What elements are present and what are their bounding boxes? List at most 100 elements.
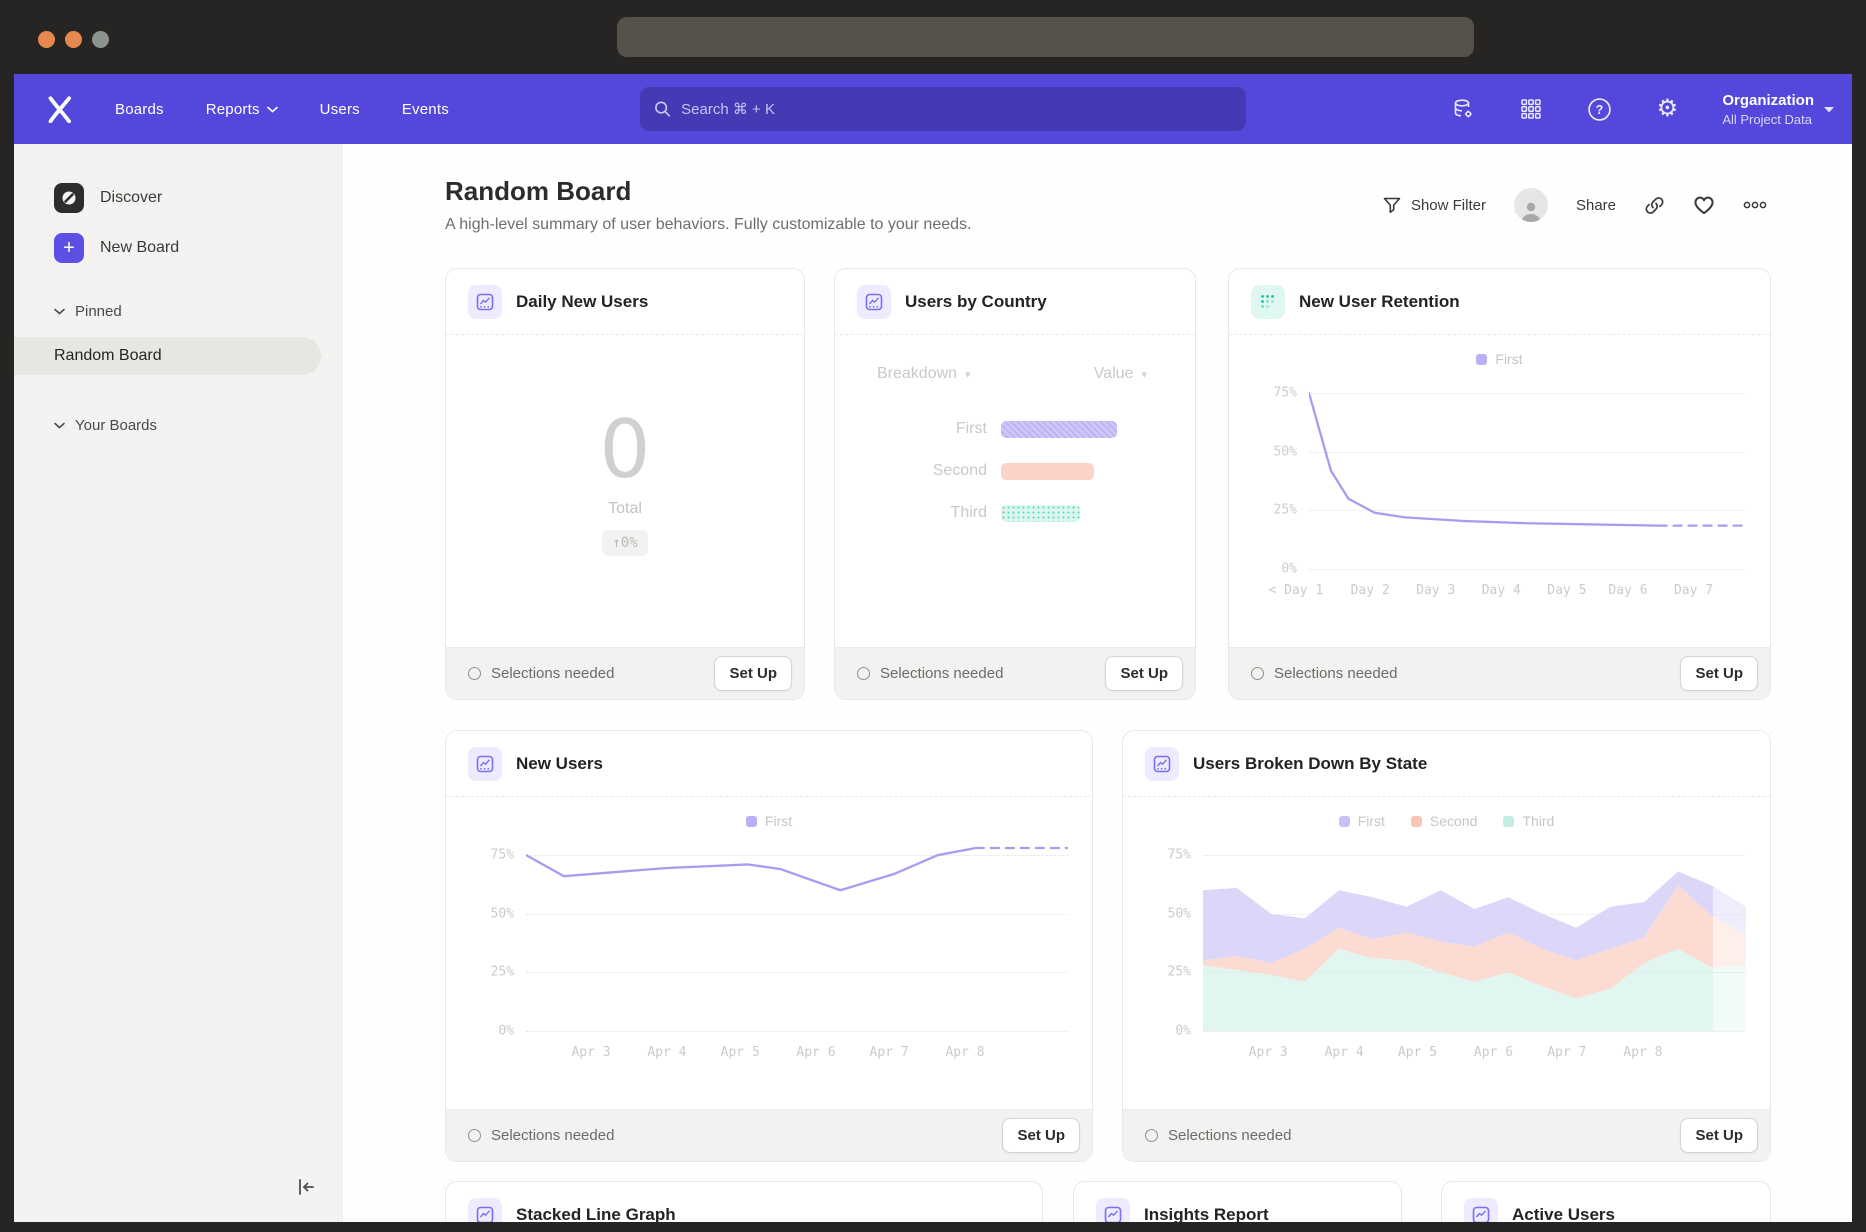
data-management-icon[interactable]: [1450, 96, 1476, 122]
help-icon[interactable]: ?: [1586, 96, 1612, 122]
line-chart-icon: [468, 747, 502, 781]
sidebar-section-pinned[interactable]: Pinned: [14, 296, 122, 326]
y-axis-tick-label: 25%: [1168, 965, 1191, 980]
bar-label: Second: [835, 462, 1001, 480]
x-axis-tick-label: Apr 5: [721, 1045, 760, 1060]
nav-item-events[interactable]: Events: [402, 101, 449, 118]
set-up-button[interactable]: Set Up: [1105, 656, 1183, 691]
card-title: Users Broken Down By State: [1193, 754, 1427, 774]
plus-icon: +: [54, 233, 84, 263]
y-axis-tick-label: 50%: [1274, 444, 1297, 459]
x-axis-tick-label: Day 7: [1674, 583, 1713, 598]
search-input[interactable]: [681, 101, 1232, 118]
page-title: Random Board: [445, 176, 631, 207]
x-axis-tick-label: Apr 5: [1398, 1045, 1437, 1060]
set-up-button[interactable]: Set Up: [1680, 1118, 1758, 1153]
legend-item[interactable]: First: [1339, 813, 1385, 829]
y-axis-tick-label: 50%: [491, 906, 514, 921]
breakdown-dropdown[interactable]: Breakdown▾: [877, 365, 971, 383]
show-filter-button[interactable]: Show Filter: [1383, 197, 1486, 214]
window-titlebar: [0, 0, 1866, 74]
y-axis-tick-label: 75%: [1168, 848, 1191, 863]
org-switcher[interactable]: Organization All Project Data: [1722, 92, 1834, 127]
bar[interactable]: [1001, 463, 1094, 480]
copy-link-icon[interactable]: [1644, 195, 1665, 216]
favorite-heart-icon[interactable]: [1693, 195, 1715, 215]
bar-label: First: [835, 420, 1001, 438]
chevron-down-icon: [1824, 106, 1834, 113]
funnel-icon: [1383, 197, 1401, 214]
country-row: First: [835, 408, 1195, 450]
y-axis-tick-label: 50%: [1168, 906, 1191, 921]
status-text: Selections needed: [468, 1127, 614, 1144]
close-window-button[interactable]: [38, 31, 55, 48]
line-chart-icon: [1464, 1198, 1498, 1223]
sidebar-item-random-board[interactable]: Random Board: [14, 337, 321, 375]
gridline: [526, 1031, 1068, 1032]
x-axis-tick-label: Apr 7: [1547, 1045, 1586, 1060]
card-title: Users by Country: [905, 292, 1047, 312]
card-title: Stacked Line Graph: [516, 1205, 676, 1223]
x-axis-tick-label: Apr 8: [945, 1045, 984, 1060]
gridline: [1203, 855, 1746, 856]
sidebar-item-new-board[interactable]: + New Board: [14, 230, 179, 266]
set-up-button[interactable]: Set Up: [1680, 656, 1758, 691]
global-search[interactable]: [640, 87, 1246, 131]
x-axis-tick-label: Apr 6: [796, 1045, 835, 1060]
share-button[interactable]: Share: [1576, 197, 1616, 214]
card-title: Insights Report: [1144, 1205, 1269, 1223]
status-text: Selections needed: [1251, 665, 1397, 682]
minimize-window-button[interactable]: [65, 31, 82, 48]
apps-grid-icon[interactable]: [1518, 96, 1544, 122]
retention-grid-icon: [1251, 285, 1285, 319]
gridline: [1309, 569, 1746, 570]
legend-item[interactable]: First: [746, 813, 792, 829]
legend-item[interactable]: First: [1476, 351, 1522, 367]
compass-icon: [54, 183, 84, 213]
maximize-window-button[interactable]: [92, 31, 109, 48]
set-up-button[interactable]: Set Up: [1002, 1118, 1080, 1153]
country-row: Second: [835, 450, 1195, 492]
more-options-icon[interactable]: [1743, 201, 1767, 209]
caret-down-icon: ▾: [965, 368, 971, 381]
sidebar-collapse-icon[interactable]: [295, 1176, 317, 1198]
value-dropdown[interactable]: Value▾: [1094, 365, 1147, 383]
chevron-down-icon: [54, 422, 65, 429]
x-axis-tick-label: Apr 4: [1325, 1045, 1364, 1060]
sidebar-item-discover[interactable]: Discover: [14, 180, 162, 216]
avatar[interactable]: [1514, 188, 1548, 222]
bar[interactable]: [1001, 505, 1080, 522]
sidebar: Discover + New Board Pinned Random Board…: [14, 144, 343, 1222]
sidebar-section-your-boards[interactable]: Your Boards: [14, 410, 157, 440]
legend-swatch: [746, 816, 757, 827]
line-chart-icon: [857, 285, 891, 319]
card-users-by-state: Users Broken Down By State First Second Th…: [1122, 730, 1771, 1162]
new-users-chart: First 75%50%25%0% Apr 3Apr 4Apr 5Apr 6Ap…: [446, 797, 1092, 1109]
legend-item[interactable]: Second: [1411, 813, 1477, 829]
card-stacked-line-graph: Stacked Line Graph: [445, 1181, 1043, 1222]
traffic-lights[interactable]: [38, 31, 109, 48]
set-up-button[interactable]: Set Up: [714, 656, 792, 691]
nav-item-boards[interactable]: Boards: [115, 101, 164, 118]
x-axis-tick-label: Apr 3: [571, 1045, 610, 1060]
card-title: New Users: [516, 754, 603, 774]
bar[interactable]: [1001, 421, 1117, 438]
x-axis-tick-label: Day 5: [1547, 583, 1586, 598]
card-new-users: New Users First 75%50%25%0% Apr 3Apr 4Ap…: [445, 730, 1093, 1162]
card-title: Daily New Users: [516, 292, 648, 312]
y-axis-tick-label: 25%: [1274, 503, 1297, 518]
state-stacked-chart: FirstSecondThird 75%50%25%0% Apr 3Apr 4A…: [1123, 797, 1770, 1109]
settings-gear-icon[interactable]: ⚙: [1654, 96, 1680, 122]
nav-item-users[interactable]: Users: [320, 101, 360, 118]
chevron-down-icon: [267, 106, 278, 113]
org-project: All Project Data: [1722, 112, 1814, 127]
chevron-down-icon: [54, 308, 65, 315]
mixpanel-logo-icon[interactable]: [46, 96, 73, 123]
nav-item-reports[interactable]: Reports: [206, 101, 278, 118]
status-text: Selections needed: [857, 665, 1003, 682]
legend-item[interactable]: Third: [1503, 813, 1554, 829]
main-content: Random Board A high-level summary of use…: [343, 144, 1852, 1222]
metric-value: 0: [600, 410, 651, 490]
browser-address-bar[interactable]: [617, 17, 1474, 57]
y-axis-tick-label: 0%: [1175, 1024, 1191, 1039]
